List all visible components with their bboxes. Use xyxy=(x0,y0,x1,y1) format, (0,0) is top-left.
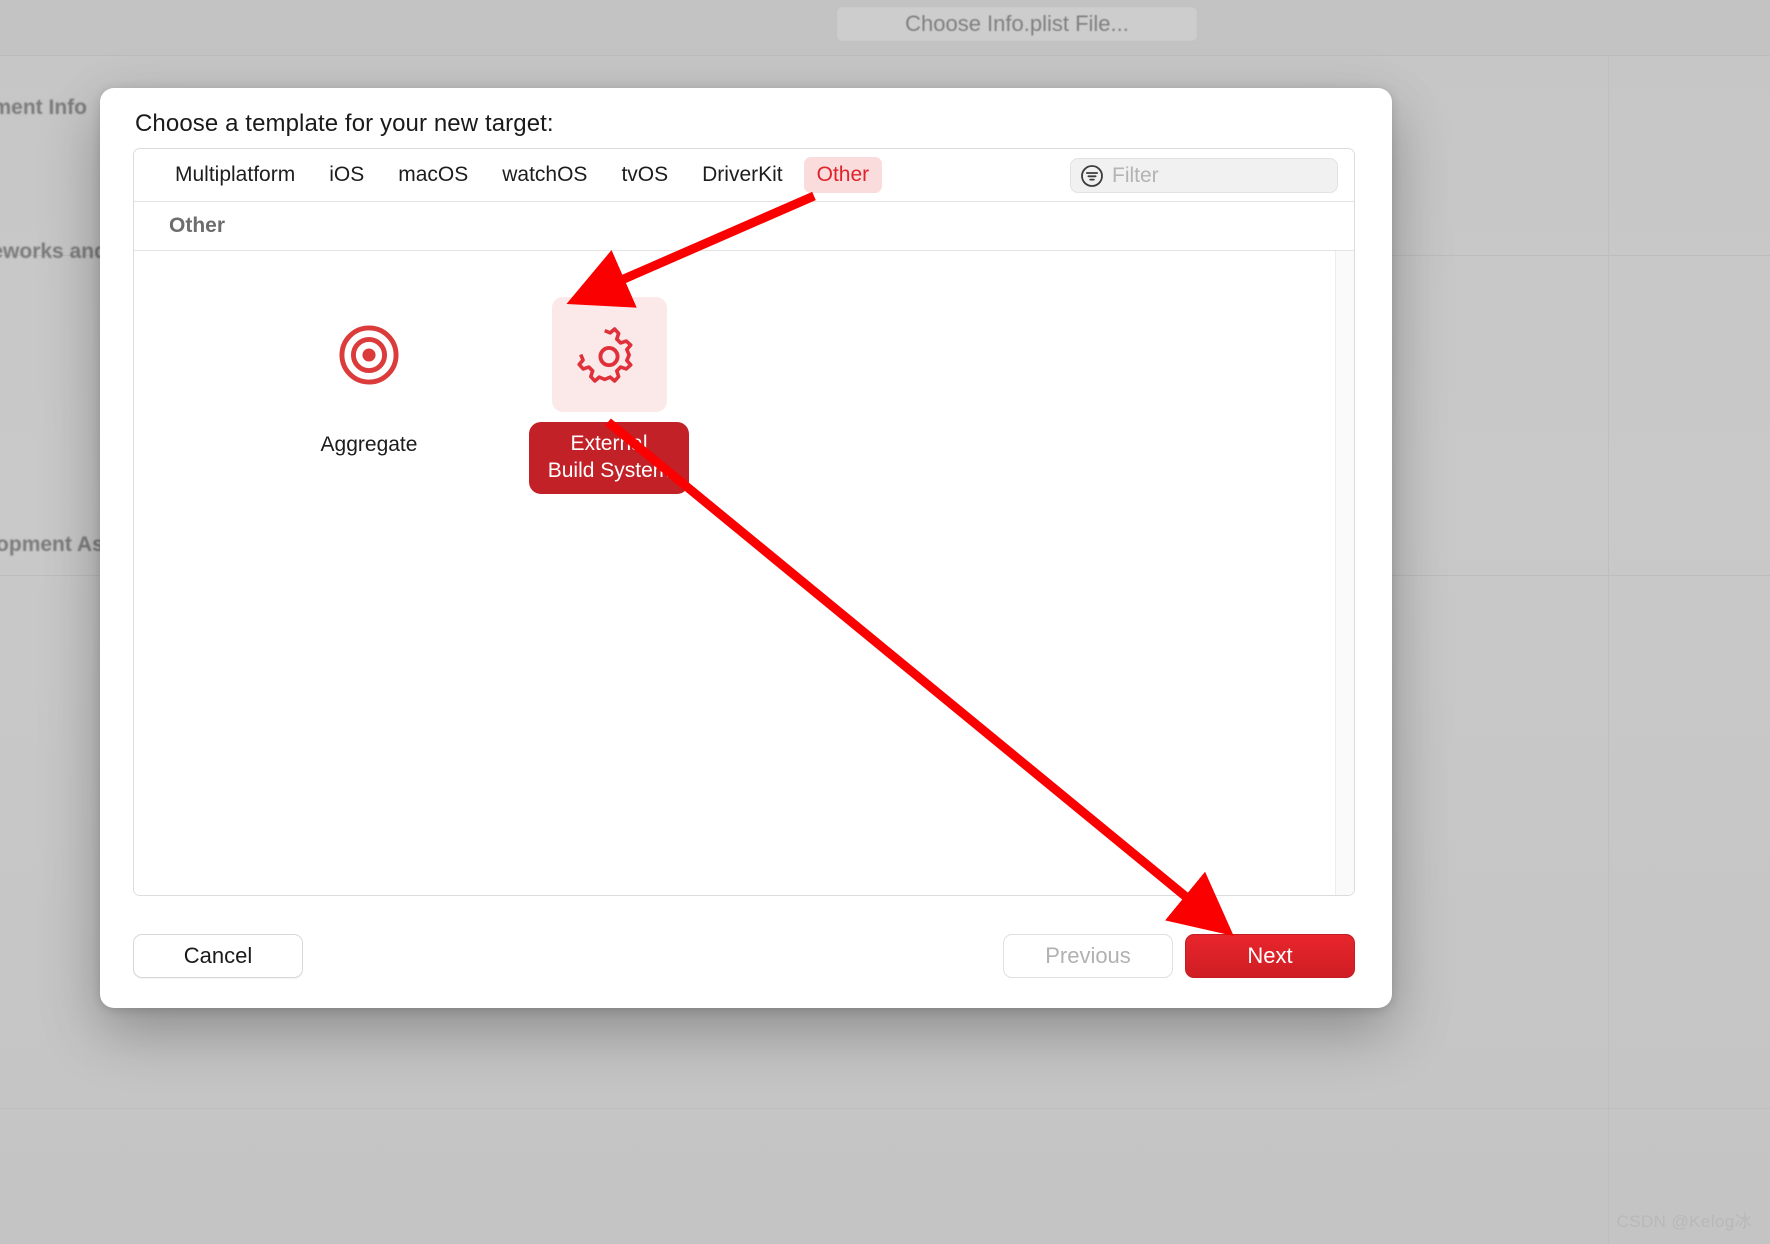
template-group-header: Other xyxy=(134,202,1354,251)
template-label-external-build-system: External Build System xyxy=(529,422,689,494)
template-item-aggregate[interactable]: Aggregate xyxy=(289,297,449,459)
template-item-external-build-system[interactable]: External Build System xyxy=(529,297,689,494)
tab-macos[interactable]: macOS xyxy=(385,157,481,192)
template-group-label: Other xyxy=(169,214,226,237)
dialog-title: Choose a template for your new target: xyxy=(135,110,554,137)
background-divider xyxy=(0,1108,1770,1109)
tab-multiplatform[interactable]: Multiplatform xyxy=(162,157,308,192)
tab-tvos[interactable]: tvOS xyxy=(608,157,681,192)
tab-driverkit[interactable]: DriverKit xyxy=(689,157,796,192)
filter-icon xyxy=(1080,164,1104,188)
background-divider-vertical xyxy=(1608,56,1609,1244)
template-label-aggregate: Aggregate xyxy=(320,433,418,456)
template-browser-panel: Multiplatform iOS macOS watchOS tvOS Dri… xyxy=(133,148,1355,896)
filter-field[interactable]: Filter xyxy=(1070,158,1338,193)
gear-icon xyxy=(551,297,667,412)
watermark: CSDN @Kelog冰 xyxy=(1616,1212,1752,1231)
tab-ios[interactable]: iOS xyxy=(316,157,377,192)
filter-placeholder: Filter xyxy=(1112,163,1159,187)
bullseye-target-icon xyxy=(312,297,427,412)
choose-info-plist-button[interactable]: Choose Info.plist File... xyxy=(836,6,1198,42)
platform-tabbar: Multiplatform iOS macOS watchOS tvOS Dri… xyxy=(134,149,1354,202)
tab-watchos[interactable]: watchOS xyxy=(489,157,600,192)
background-section-document-info: Document Info xyxy=(0,96,87,119)
tab-other[interactable]: Other xyxy=(803,157,883,193)
cancel-button[interactable]: Cancel xyxy=(133,934,303,978)
choose-template-dialog: Choose a template for your new target: M… xyxy=(100,88,1392,1008)
next-button[interactable]: Next xyxy=(1185,934,1355,978)
previous-button[interactable]: Previous xyxy=(1003,934,1173,978)
template-grid: Aggregate External Build System xyxy=(134,251,1354,895)
template-grid-scrollbar[interactable] xyxy=(1335,251,1354,895)
